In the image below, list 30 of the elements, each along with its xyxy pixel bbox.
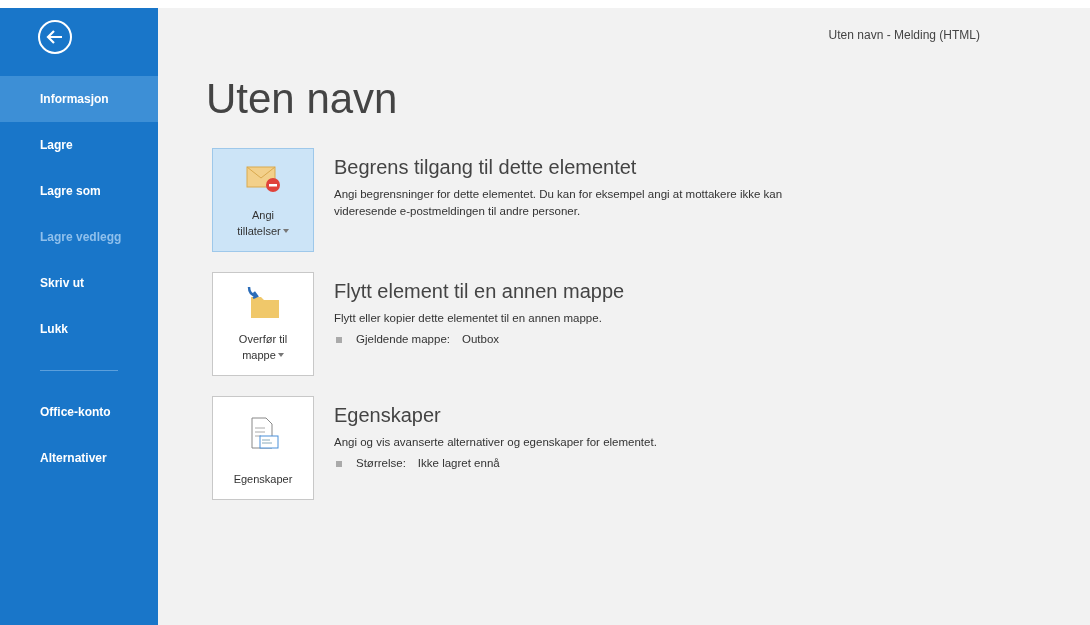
window-title: Uten navn - Melding (HTML)	[828, 27, 980, 44]
back-arrow-icon	[46, 29, 64, 45]
sidebar-item[interactable]: Alternativer	[0, 435, 158, 481]
section-description: Angi begrensninger for dette elementet. Du kan for eksempel angi at mottakere ikke kan videresende e-postmeldingen til andre personer.	[334, 187, 784, 219]
bullet-icon	[336, 460, 342, 467]
bullet-icon	[336, 336, 342, 343]
section-description: Flytt eller kopier dette elementet til en annen mappe.	[334, 311, 603, 326]
section-title: Flytt element til en annen mappe	[334, 279, 626, 304]
caret-icon	[282, 229, 289, 233]
detail-label: Gjeldende mappe:	[356, 332, 450, 347]
detail-label: Størrelse:	[356, 456, 406, 471]
sidebar-item[interactable]: Informasjon	[0, 76, 158, 122]
sidebar-item[interactable]: Skriv ut	[0, 260, 158, 306]
action-button[interactable]: Overfør til mappe	[212, 272, 314, 376]
section-title: Begrens tilgang til dette elementet	[334, 155, 638, 180]
section-description: Angi og vis avanserte alternativer og egenskaper for elementet.	[334, 435, 658, 450]
sidebar-item[interactable]: Lagre som	[0, 168, 158, 214]
action-button[interactable]: Angi tillatelser	[212, 148, 314, 252]
back-button[interactable]	[38, 20, 72, 54]
sidebar-item[interactable]: Office-konto	[0, 389, 158, 435]
caret-icon	[277, 353, 284, 357]
action-button[interactable]: Egenskaper	[212, 396, 314, 500]
sidebar-item[interactable]: Lukk	[0, 306, 158, 352]
sidebar-item[interactable]: Lagre	[0, 122, 158, 168]
envelope-icon	[245, 163, 281, 193]
folder-icon	[245, 285, 281, 319]
detail-value: Outbox	[462, 332, 500, 347]
page-heading: Uten navn	[206, 78, 399, 120]
section-title: Egenskaper	[334, 403, 442, 428]
detail-value: Ikke lagret ennå	[417, 456, 500, 471]
